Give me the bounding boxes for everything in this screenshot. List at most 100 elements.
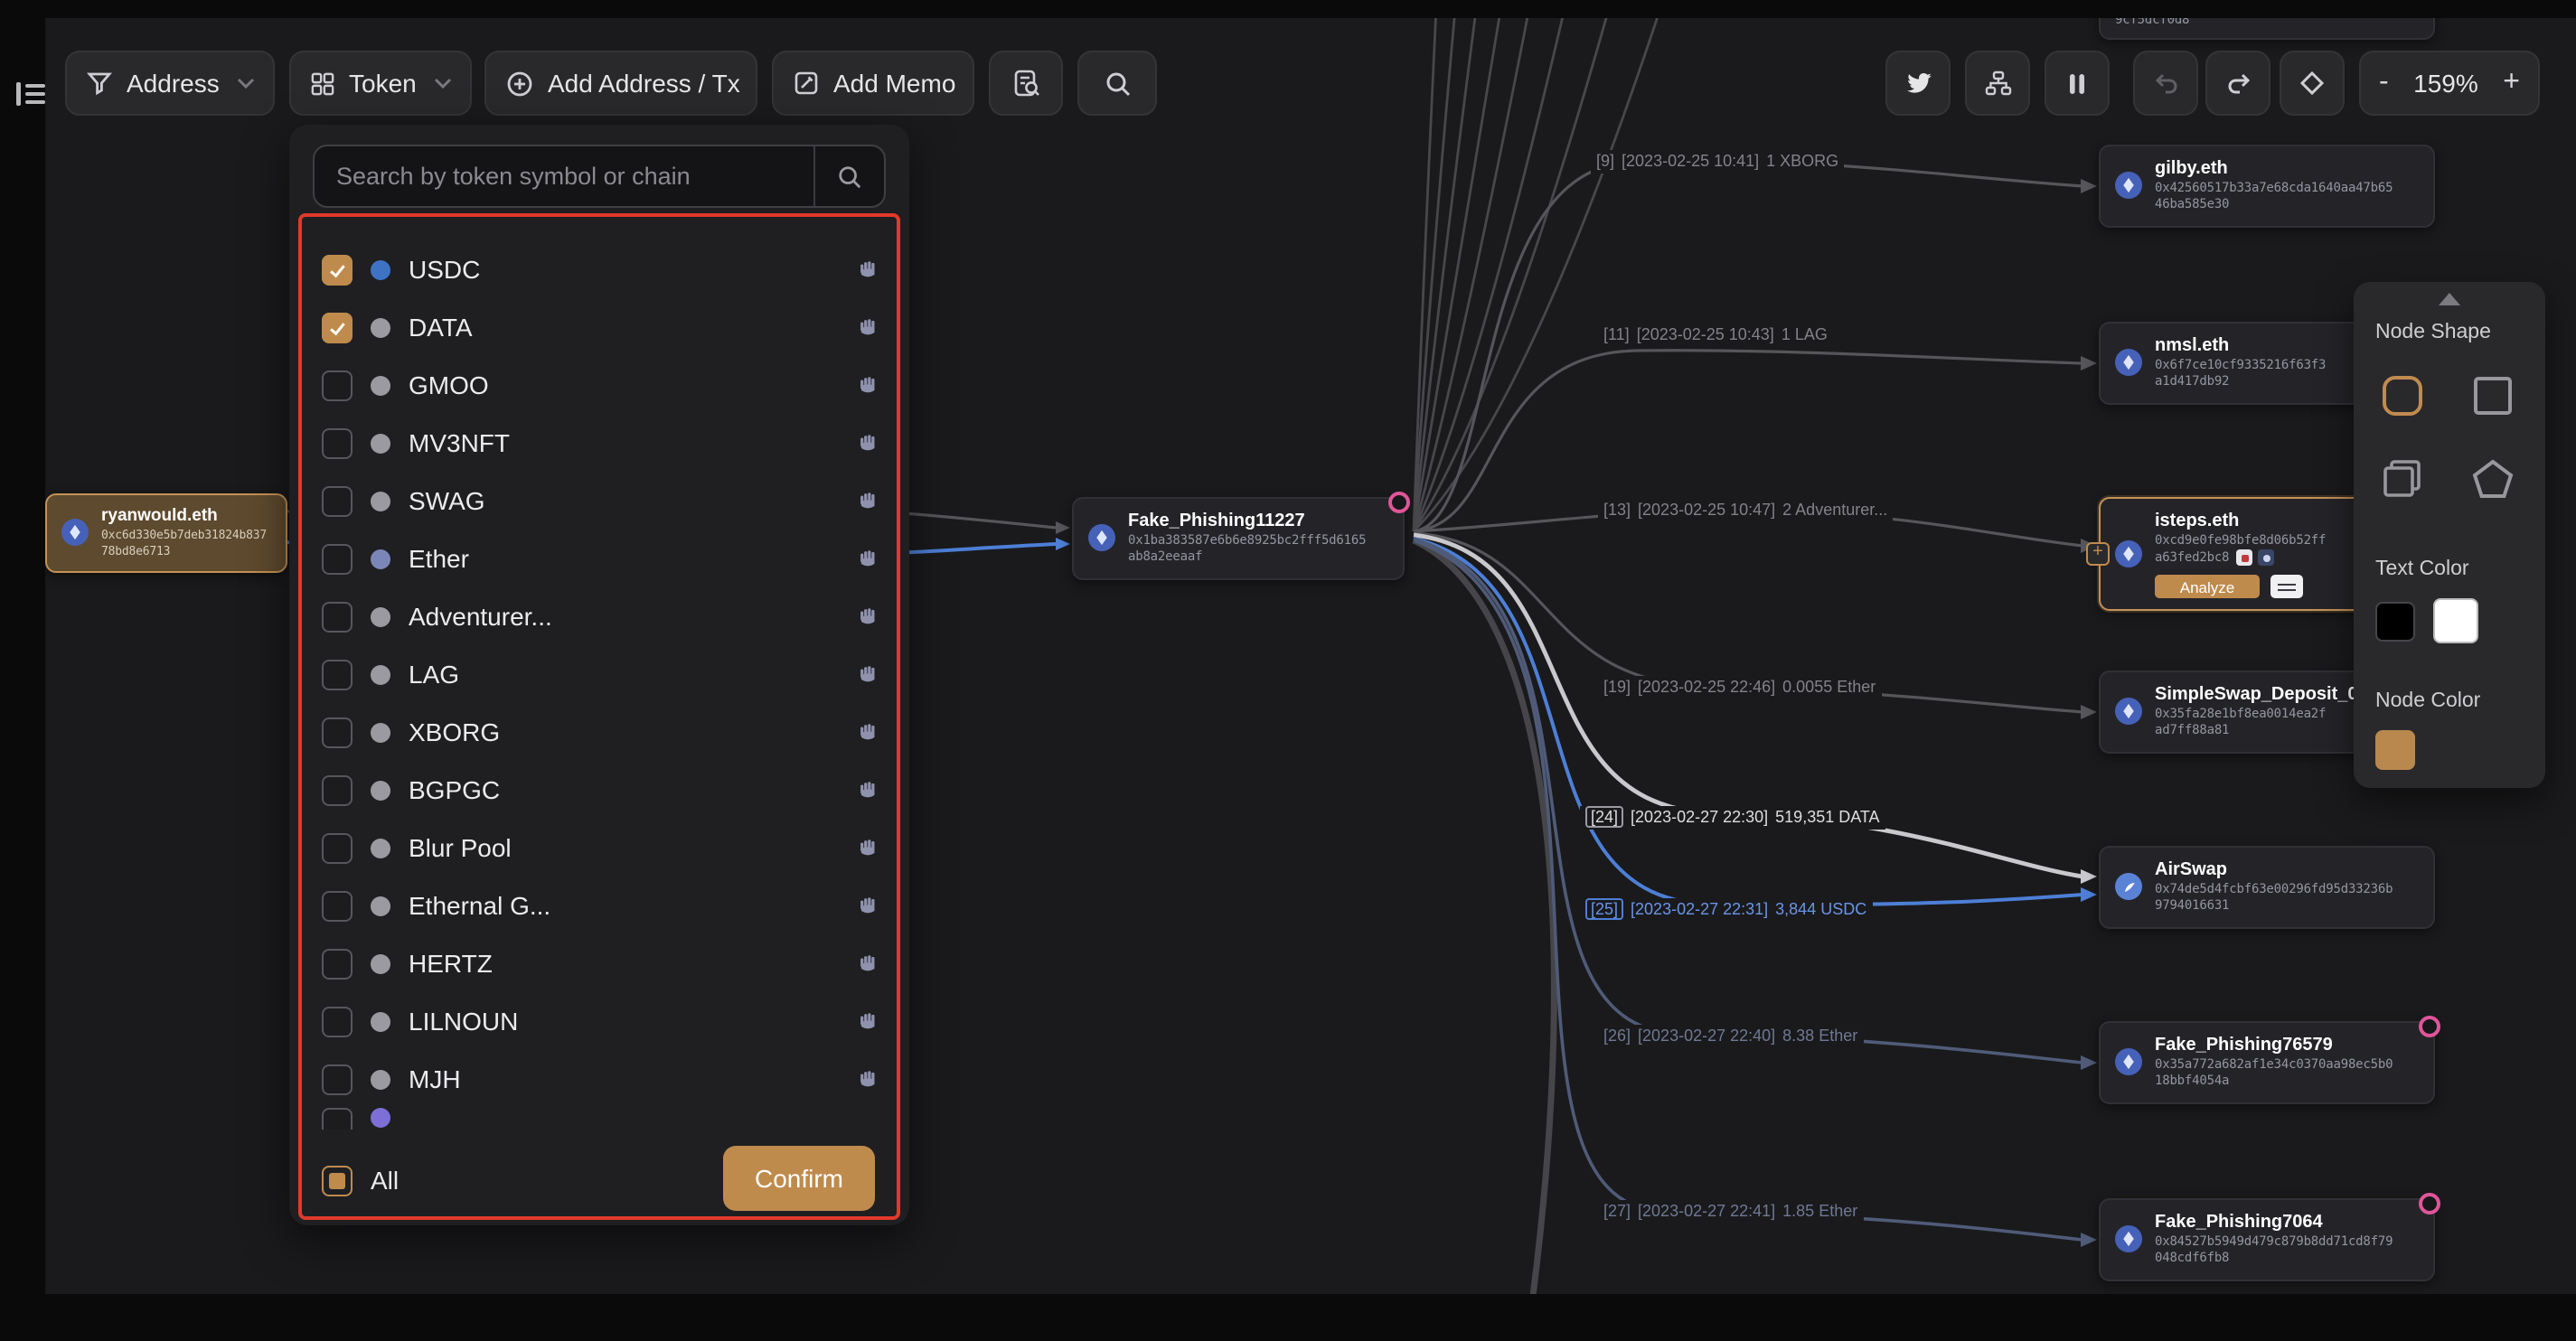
token-row-blur-pool[interactable]: Blur Pool — [322, 819, 880, 877]
node-title: isteps.eth — [2155, 510, 2326, 533]
search-button[interactable] — [1077, 51, 1157, 116]
checkbox-indeterminate[interactable] — [322, 1165, 353, 1196]
edge-label-25[interactable]: [25][2023-02-27 22:31]3,844 USDC — [1580, 898, 1872, 922]
fit-view-button[interactable] — [2280, 51, 2345, 116]
auto-layout-button[interactable] — [1965, 51, 2030, 116]
checkbox-unchecked[interactable] — [322, 890, 353, 921]
bird-share-button[interactable] — [1885, 51, 1951, 116]
node-fake-phishing-7064[interactable]: Fake_Phishing7064 0x84527b5949d479c879b8… — [2099, 1198, 2435, 1281]
search-icon[interactable] — [813, 146, 884, 206]
analyze-button[interactable]: Analyze — [2155, 576, 2260, 599]
node-airswap[interactable]: AirSwap 0x74de5d4fcbf63e00296fd95d33236b… — [2099, 846, 2435, 929]
token-row-hertz[interactable]: HERTZ — [322, 934, 880, 992]
token-dot — [371, 664, 390, 684]
edge-label-11[interactable]: [11][2023-02-25 10:43]1 LAG — [1598, 324, 1833, 347]
confirm-button[interactable]: Confirm — [723, 1146, 875, 1211]
shape-square[interactable] — [2462, 365, 2524, 427]
token-label: MV3NFT — [409, 428, 510, 457]
edge-index: [13] — [1603, 501, 1631, 519]
node-title: Fake_Phishing76579 — [2155, 1034, 2393, 1057]
hand-icon — [857, 894, 880, 917]
node-ryanwould[interactable]: ryanwould.eth 0xc6d330e5b7deb31824b83778… — [45, 493, 287, 573]
address-filter-label: Address — [127, 69, 220, 98]
checkbox-unchecked[interactable] — [322, 832, 353, 863]
frame-strip-bottom — [0, 1294, 2576, 1341]
address-book-search-button[interactable] — [989, 51, 1063, 116]
node-color-swatch[interactable] — [2375, 730, 2415, 770]
report-button[interactable] — [2270, 576, 2303, 599]
text-color-black-swatch[interactable] — [2375, 602, 2415, 642]
redo-button[interactable] — [2205, 51, 2270, 116]
eth-icon — [2115, 540, 2142, 567]
zoom-in-button[interactable]: + — [2503, 67, 2520, 99]
zoom-out-button[interactable]: - — [2379, 67, 2389, 99]
eth-icon — [2115, 1226, 2142, 1253]
token-search-box[interactable] — [313, 145, 886, 208]
edge-label-27[interactable]: [27][2023-02-27 22:41]1.85 Ether — [1598, 1200, 1863, 1224]
token-row-ethernal[interactable]: Ethernal G... — [322, 877, 880, 934]
add-address-tx-button[interactable]: Add Address / Tx — [484, 51, 757, 116]
checkbox-unchecked[interactable] — [322, 1064, 353, 1094]
node-gilby[interactable]: gilby.eth 0x42560517b33a7e68cda1640aa47b… — [2099, 145, 2435, 228]
checkbox-checked[interactable] — [322, 254, 353, 285]
checkbox-unchecked[interactable] — [322, 543, 353, 574]
token-filter-button[interactable]: Token — [289, 51, 472, 116]
token-row-bgpgc[interactable]: BGPGC — [322, 761, 880, 819]
token-row-mjh[interactable]: MJH — [322, 1050, 880, 1108]
checkbox-unchecked[interactable] — [322, 370, 353, 400]
expand-plus-handle[interactable]: + — [2086, 541, 2110, 565]
checkbox-unchecked[interactable] — [322, 774, 353, 805]
hand-icon — [857, 662, 880, 686]
columns-view-button[interactable] — [2045, 51, 2110, 116]
node-fake-phishing-76579[interactable]: Fake_Phishing76579 0x35a772a682af1e34c03… — [2099, 1021, 2435, 1104]
sidebar-toggle-icon[interactable] — [14, 80, 47, 117]
checkbox-unchecked[interactable] — [322, 485, 353, 516]
collapse-triangle-icon[interactable] — [2439, 293, 2460, 305]
checkbox-unchecked[interactable] — [322, 601, 353, 632]
checkbox-unchecked[interactable] — [322, 948, 353, 979]
shape-stacked-squares[interactable] — [2372, 448, 2433, 510]
edge-index: [11] — [1603, 325, 1630, 343]
edge-label-24[interactable]: [24][2023-02-27 22:30]519,351 DATA — [1580, 806, 1885, 830]
edge-label-13[interactable]: [13][2023-02-25 10:47]2 Adventurer... — [1598, 499, 1893, 522]
token-search-input[interactable] — [315, 163, 813, 190]
shape-rounded-square-selected[interactable] — [2372, 365, 2433, 427]
token-row-mv3nft[interactable]: MV3NFT — [322, 414, 880, 472]
token-row-gmoo[interactable]: GMOO — [322, 356, 880, 414]
node-fake-phishing-11227[interactable]: Fake_Phishing11227 0x1ba383587e6b6e8925b… — [1072, 497, 1405, 580]
token-row-usdc[interactable]: USDC — [322, 240, 880, 298]
token-row-xborg[interactable]: XBORG — [322, 703, 880, 761]
undo-button[interactable] — [2133, 51, 2198, 116]
hand-icon — [857, 258, 880, 281]
address-filter-button[interactable]: Address — [65, 51, 275, 116]
token-row-partial — [322, 1108, 880, 1130]
edge-label-9[interactable]: [9][2023-02-25 10:41]1 XBORG — [1591, 150, 1844, 173]
token-label: SWAG — [409, 486, 485, 515]
edge-date: [2023-02-25 10:43] — [1637, 325, 1774, 343]
edge-label-26[interactable]: [26][2023-02-27 22:40]8.38 Ether — [1598, 1025, 1863, 1048]
edge-date: [2023-02-25 22:46] — [1638, 678, 1775, 696]
token-row-data[interactable]: DATA — [322, 298, 880, 356]
hand-icon — [857, 431, 880, 455]
node-title: Fake_Phishing7064 — [2155, 1211, 2393, 1234]
shape-pentagon[interactable] — [2462, 448, 2524, 510]
token-label: XBORG — [409, 717, 500, 746]
edge-amount: 1 XBORG — [1766, 152, 1838, 170]
checkbox-checked[interactable] — [322, 312, 353, 342]
token-row-swag[interactable]: SWAG — [322, 472, 880, 530]
edge-label-19[interactable]: [19][2023-02-25 22:46]0.0055 Ether — [1598, 676, 1881, 699]
node-title: ryanwould.eth — [101, 506, 267, 529]
token-row-lilnoun[interactable]: LILNOUN — [322, 992, 880, 1050]
grid-icon — [311, 71, 334, 95]
token-row-lag[interactable]: LAG — [322, 645, 880, 703]
token-row-ether[interactable]: Ether — [322, 530, 880, 587]
checkbox-unchecked[interactable] — [322, 1006, 353, 1036]
alert-dot-icon — [2419, 1016, 2440, 1037]
checkbox-unchecked[interactable] — [322, 427, 353, 458]
checkbox-unchecked[interactable] — [322, 659, 353, 689]
zoom-control[interactable]: - 159% + — [2359, 51, 2540, 116]
token-row-adventurer[interactable]: Adventurer... — [322, 587, 880, 645]
text-color-white-swatch[interactable] — [2433, 598, 2478, 643]
checkbox-unchecked[interactable] — [322, 717, 353, 747]
add-memo-button[interactable]: Add Memo — [772, 51, 974, 116]
